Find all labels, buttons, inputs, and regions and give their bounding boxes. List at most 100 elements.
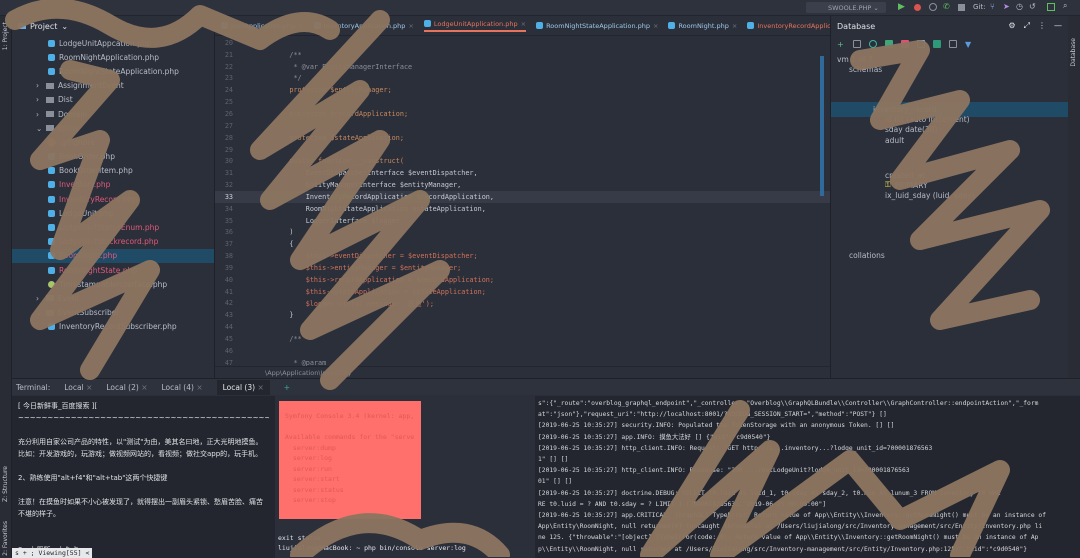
settings-icon[interactable]: ⚙ — [1008, 21, 1015, 31]
line-number: 32 — [224, 181, 233, 190]
console-icon[interactable] — [933, 40, 941, 48]
close-tab-icon[interactable]: × — [521, 20, 526, 28]
database-tree-item[interactable]: schemas — [831, 62, 1068, 76]
editor-tab[interactable]: JsonApplication.php × — [221, 22, 304, 30]
terminal-pane-middle[interactable]: Symfony Console 3.4 (kernel: app, env: d… — [275, 396, 535, 558]
favorites-tool-button[interactable]: 2: Favorites — [2, 521, 9, 556]
terminal-tab[interactable]: Local (2) × — [106, 383, 147, 392]
schema-icon[interactable] — [885, 40, 893, 48]
project-tree-item[interactable]: BookOrder.php — [12, 150, 214, 164]
minimize-icon[interactable]: — — [1054, 21, 1062, 31]
project-tree-item[interactable]: Inventory.php — [12, 178, 214, 192]
view-icon[interactable] — [949, 40, 957, 48]
close-tab-icon[interactable]: × — [255, 383, 263, 392]
project-tree-item[interactable]: RoomNight.php — [12, 248, 214, 263]
chevron-icon[interactable]: › — [36, 95, 42, 104]
help-line: Available commands for the "server" name… — [285, 433, 415, 441]
editor-tab[interactable]: RoomNightStateApplication.php × — [536, 22, 658, 30]
close-tab-icon[interactable]: × — [194, 383, 202, 392]
code-text: protected $entityManager; — [273, 86, 392, 95]
table-icon[interactable] — [917, 40, 925, 48]
run-config-select[interactable]: SWOOLE.PHP ⌄ — [806, 2, 886, 13]
debug-icon[interactable] — [914, 4, 921, 11]
project-tree-item[interactable]: › AssignmentEvent — [12, 79, 214, 93]
copy-icon[interactable] — [853, 40, 861, 48]
stop-icon[interactable] — [901, 40, 909, 48]
structure-tool-button[interactable]: Z: Structure — [2, 466, 9, 502]
code-line: 43 } — [215, 309, 830, 321]
project-tree-item[interactable]: TimestampableInterface.php — [12, 277, 214, 291]
git-push-icon[interactable]: ➤ — [1003, 2, 1010, 11]
project-tree-item[interactable]: ⌄ Entity — [12, 121, 214, 135]
terminal-pane-log[interactable]: s":{"_route":"overblog_graphql_endpoint"… — [535, 396, 1080, 558]
chevron-icon[interactable]: ⌄ — [36, 308, 42, 317]
line-number: 21 — [224, 50, 233, 59]
refresh-icon[interactable] — [869, 40, 877, 48]
chevron-icon[interactable]: ⌄ — [36, 124, 42, 133]
close-tab-icon[interactable]: × — [408, 22, 413, 30]
editor-tab[interactable]: RoomNight.php × — [668, 22, 737, 30]
project-tree-item[interactable]: ⌄ EventSubscriber — [12, 306, 214, 320]
line-number: 46 — [224, 346, 233, 355]
more-icon[interactable]: ⋮ — [1038, 21, 1046, 31]
stop-icon[interactable] — [958, 4, 965, 11]
code-line: 35 LoggerInterface $logger — [215, 215, 830, 227]
database-tree-item[interactable]: collations — [831, 249, 1068, 263]
terminal-tab[interactable]: Local × — [64, 383, 92, 392]
phone-icon[interactable]: ✆ — [943, 2, 950, 11]
project-tree-item[interactable]: .gitignore — [12, 135, 214, 149]
close-tab-icon[interactable]: × — [732, 22, 737, 30]
new-terminal-button[interactable]: + — [284, 383, 290, 392]
project-tree-item[interactable]: › Domain — [12, 107, 214, 121]
editor-tab[interactable]: LodgeUnitApplication.php × — [423, 20, 527, 32]
project-tree-item[interactable]: LodgeUnitAppcation.php — [12, 36, 214, 50]
project-tree-item[interactable]: RoomNightStateApplication.php — [12, 64, 214, 78]
project-tool-button[interactable]: 1: Project — [2, 22, 9, 50]
terminal-icon[interactable] — [1047, 3, 1055, 11]
close-tab-icon[interactable]: × — [139, 383, 147, 392]
project-tree-item[interactable]: LodgeUnitStatusEnum.php — [12, 220, 214, 234]
code-area[interactable]: 20 21 /** 22 * @var EntityManagerInterface… — [215, 37, 830, 369]
git-branch-icon[interactable]: ⑂ — [990, 2, 995, 11]
database-tool-button[interactable]: Database — [1070, 38, 1077, 67]
php-file-icon — [48, 67, 55, 75]
php-file-icon — [48, 167, 55, 175]
add-icon[interactable]: + — [837, 40, 845, 49]
history-icon[interactable]: ◷ — [1016, 2, 1023, 11]
run-icon[interactable]: ▶ — [898, 2, 905, 12]
code-text: EntityManagerInterface $entityManager, — [273, 181, 462, 190]
project-tree-item[interactable]: InventoryRecordSubscriber.php — [12, 320, 214, 334]
expand-icon[interactable]: ⤢ — [1024, 21, 1030, 31]
close-tab-icon[interactable]: × — [298, 22, 303, 30]
chevron-icon[interactable]: › — [36, 81, 42, 90]
filter-icon[interactable]: ▼ — [965, 40, 973, 49]
editor-tab[interactable]: InventoryApplication.php × — [313, 22, 414, 30]
revert-icon[interactable]: ↺ — [1029, 2, 1036, 11]
editor-tab-label: RoomNightStateApplication.php — [546, 21, 650, 30]
database-tree-item[interactable]: adult — [831, 133, 1068, 147]
terminal-tab[interactable]: Local (4) × — [161, 383, 202, 392]
editor-scrollbar[interactable] — [820, 56, 824, 196]
profile-icon[interactable] — [929, 3, 937, 11]
project-tree-item[interactable]: › Dist — [12, 93, 214, 107]
project-tree-item[interactable]: LodgeUnitStockrecord.php — [12, 235, 214, 249]
project-tree-item[interactable]: InventoryRecord.php — [12, 192, 214, 206]
close-tab-icon[interactable]: × — [84, 383, 92, 392]
project-tree-item[interactable]: RoomNightApplication.php — [12, 50, 214, 64]
terminal-panel: Terminal: Local × Local (2) × Local (4) × Lo… — [12, 378, 1080, 558]
close-tab-icon[interactable]: × — [653, 22, 658, 30]
project-tree-item[interactable]: BookOrderItem.php — [12, 164, 214, 178]
chevron-icon[interactable]: › — [36, 294, 42, 303]
project-panel-header[interactable]: Project ⌄ — [12, 16, 214, 36]
terminal-tab[interactable]: Local (3) × — [216, 379, 270, 395]
project-tree-item[interactable]: RoomNightState.php — [12, 263, 214, 277]
terminal-pane-left[interactable]: [ 今日新鲜事_百度搜索 ][~~~~~~~~~~~~~~~~~~~~~~~~~… — [12, 396, 275, 558]
project-tree-item[interactable]: › Event — [12, 291, 214, 305]
search-icon[interactable]: ⌕ — [1063, 1, 1067, 11]
database-tree-item[interactable]: ix_luid_sday (luid, sday) — [831, 189, 1068, 203]
breadcrumb[interactable]: \App\Application\Inventory — [215, 366, 830, 378]
chevron-icon[interactable]: › — [36, 110, 42, 119]
php-file-icon — [48, 323, 55, 331]
tree-item-label: TimestampableInterface.php — [59, 279, 168, 289]
project-tree-item[interactable]: LodgeUnit.php — [12, 206, 214, 220]
